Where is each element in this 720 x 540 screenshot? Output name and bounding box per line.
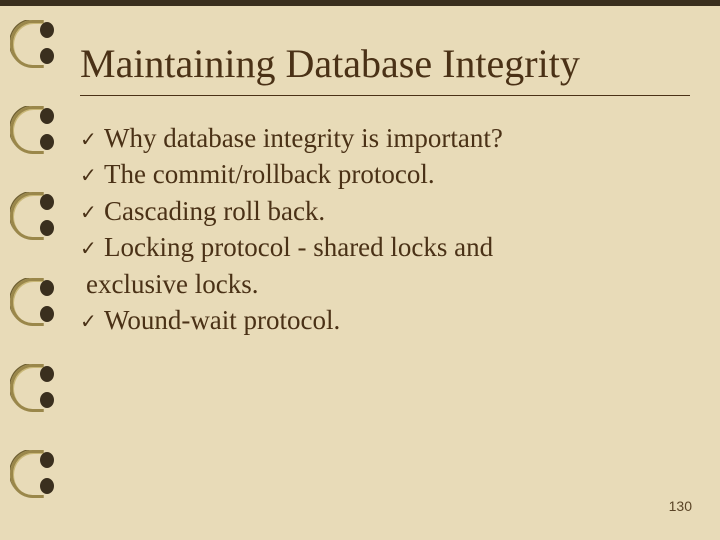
bullet-text: Wound-wait protocol. bbox=[104, 305, 340, 335]
checkmark-icon: ✓ bbox=[80, 127, 104, 154]
bullet-text: Locking protocol - shared locks and bbox=[104, 232, 493, 262]
list-item-continuation: exclusive locks. bbox=[80, 266, 690, 302]
checkmark-icon: ✓ bbox=[80, 236, 104, 263]
checkmark-icon: ✓ bbox=[80, 200, 104, 227]
list-item: ✓Locking protocol - shared locks and bbox=[80, 229, 690, 265]
bullet-text: The commit/rollback protocol. bbox=[104, 159, 435, 189]
list-item: ✓The commit/rollback protocol. bbox=[80, 156, 690, 192]
spiral-binding bbox=[10, 20, 60, 520]
checkmark-icon: ✓ bbox=[80, 309, 104, 336]
slide: Maintaining Database Integrity ✓Why data… bbox=[0, 0, 720, 540]
slide-title: Maintaining Database Integrity bbox=[80, 40, 690, 87]
bullet-text-cont: exclusive locks. bbox=[86, 269, 258, 299]
checkmark-icon: ✓ bbox=[80, 163, 104, 190]
bullet-text: Cascading roll back. bbox=[104, 196, 325, 226]
list-item: ✓Why database integrity is important? bbox=[80, 120, 690, 156]
list-item: ✓Wound-wait protocol. bbox=[80, 302, 690, 338]
list-item: ✓Cascading roll back. bbox=[80, 193, 690, 229]
bullet-list: ✓Why database integrity is important? ✓T… bbox=[80, 120, 690, 339]
bullet-text: Why database integrity is important? bbox=[104, 123, 503, 153]
slide-content: Maintaining Database Integrity ✓Why data… bbox=[80, 40, 690, 339]
page-number: 130 bbox=[669, 498, 692, 514]
title-underline bbox=[80, 95, 690, 96]
